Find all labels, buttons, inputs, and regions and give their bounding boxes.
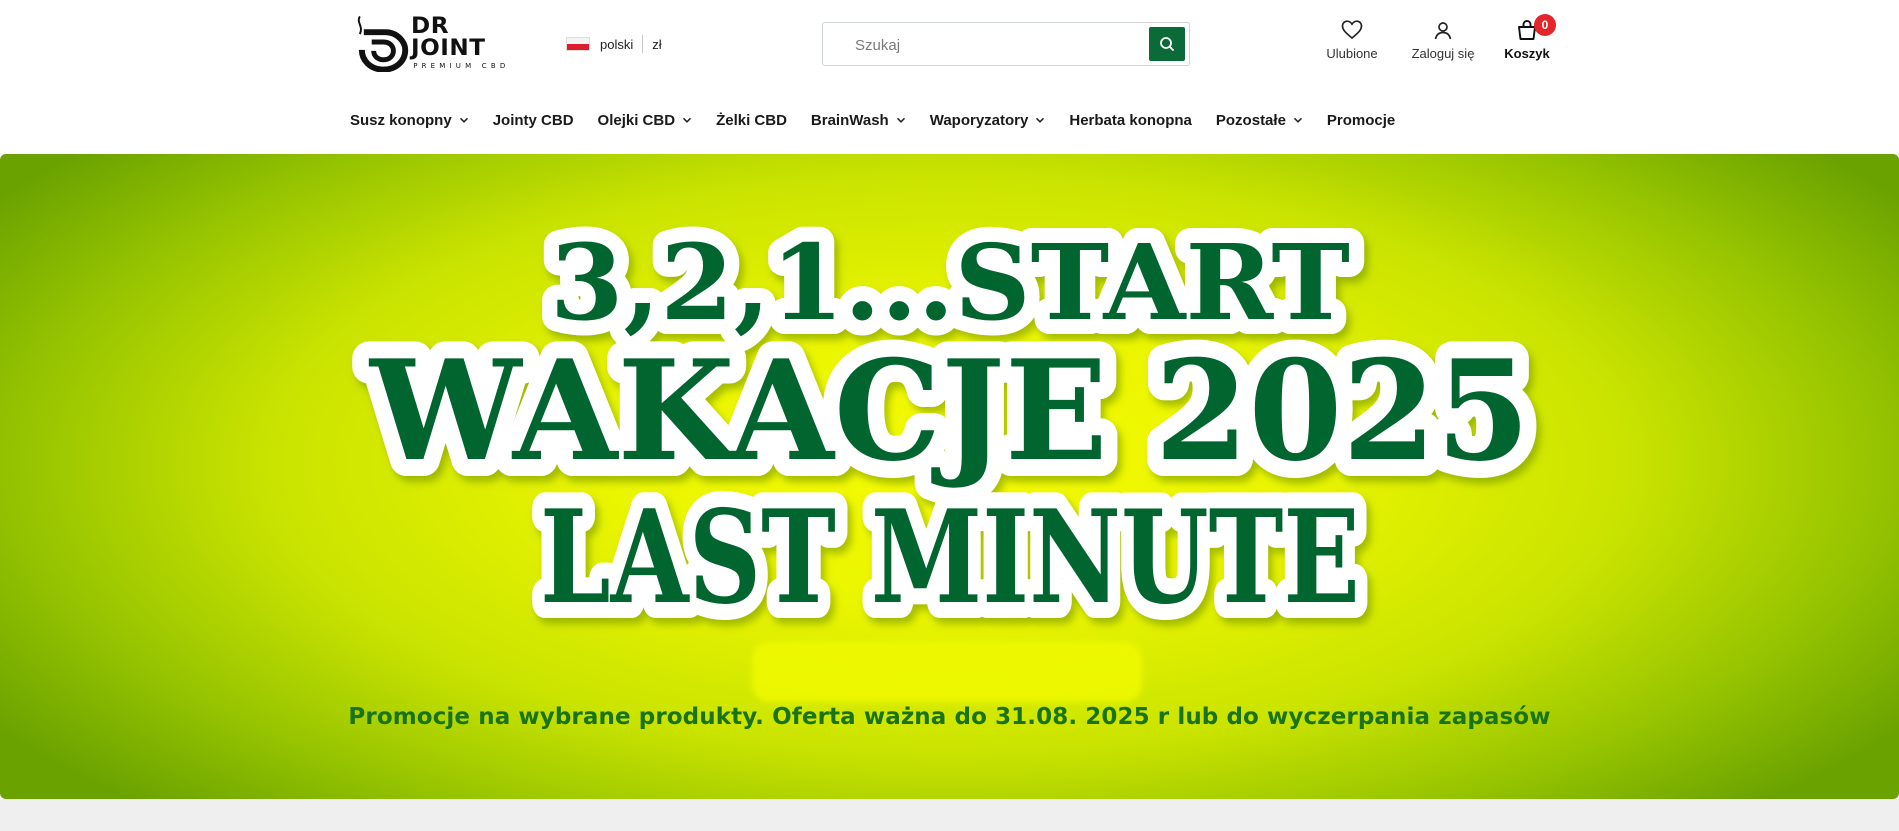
banner-line-1: 3,2,1...START (550, 221, 1350, 344)
banner-line-2: WAKACJE 2025 (368, 329, 1530, 492)
nav-item-susz-konopny[interactable]: Susz konopny (350, 112, 469, 129)
banner-line-3: LAST MINUTE (540, 483, 1360, 633)
search-button[interactable] (1149, 27, 1185, 61)
nav-item-label: Promocje (1326, 111, 1396, 129)
nav-item-label: Olejki CBD (597, 111, 676, 129)
banner-subtitle: Promocje na wybrane produkty. Oferta waż… (348, 704, 1551, 730)
nav-item-label: BrainWash (810, 111, 889, 129)
brand-logo[interactable]: DR JOINT PREMIUM CBD (350, 14, 525, 72)
currency-label[interactable]: zł (652, 37, 661, 52)
banner-glow-decoration (752, 642, 1142, 702)
nav-item-jointy-cbd[interactable]: Jointy CBD (493, 112, 574, 129)
chevron-down-icon (1036, 117, 1045, 123)
chevron-down-icon (683, 117, 692, 123)
chevron-down-icon (1293, 117, 1302, 123)
nav-item-label: Jointy CBD (492, 111, 574, 129)
nav-item-label: Waporyzatory (929, 111, 1029, 129)
language-label[interactable]: polski (600, 37, 633, 52)
nav-item-pozostale[interactable]: Pozostałe (1216, 112, 1303, 129)
logo-wordmark: DR JOINT PREMIUM CBD (411, 16, 525, 71)
login-button[interactable]: Zaloguj się (1408, 18, 1478, 61)
nav-item-waporyzatory[interactable]: Waporyzatory (930, 112, 1046, 129)
page-footer-strip (0, 799, 1899, 831)
nav-item-label: Żelki CBD (716, 111, 787, 129)
cart-count-badge: 0 (1534, 14, 1556, 36)
main-navigation: Susz konopny Jointy CBD Olejki CBD Żelki… (350, 108, 1419, 132)
nav-item-label: Herbata konopna (1069, 111, 1192, 129)
nav-item-promocje[interactable]: Promocje (1327, 112, 1395, 129)
nav-item-brainwash[interactable]: BrainWash (811, 112, 906, 129)
search-icon (1160, 37, 1174, 51)
user-icon (1434, 22, 1452, 40)
search-box (822, 22, 1190, 66)
cart-button[interactable]: 0 Koszyk (1502, 14, 1556, 61)
banner-headline: 3,2,1...START WAKACJE 2025 LAST MINUTE (351, 206, 1547, 649)
chevron-down-icon (896, 117, 905, 123)
login-label: Zaloguj się (1411, 46, 1475, 61)
search-input[interactable] (855, 33, 1135, 57)
logo-mark-icon (357, 15, 409, 72)
nav-item-label: Susz konopny (350, 111, 452, 129)
nav-item-herbata-konopna[interactable]: Herbata konopna (1069, 112, 1192, 129)
site-header: DR JOINT PREMIUM CBD polski zł Ulubione (0, 0, 1899, 154)
poland-flag-icon (566, 37, 590, 51)
chevron-down-icon (459, 117, 468, 123)
nav-item-label: Pozostałe (1215, 111, 1286, 129)
cart-label: Koszyk (1504, 46, 1550, 61)
language-currency-switcher[interactable]: polski zł (566, 34, 662, 54)
promo-banner[interactable]: 3,2,1...START WAKACJE 2025 LAST MINUTE P… (0, 154, 1899, 799)
favorites-button[interactable]: Ulubione (1322, 18, 1382, 61)
favorites-label: Ulubione (1326, 46, 1378, 61)
divider (642, 35, 644, 53)
brand-name: DR JOINT (411, 14, 486, 61)
nav-item-olejki-cbd[interactable]: Olejki CBD (598, 112, 693, 129)
nav-item-zelki-cbd[interactable]: Żelki CBD (716, 112, 787, 129)
brand-tagline: PREMIUM CBD (413, 62, 510, 70)
heart-icon (1341, 20, 1363, 40)
